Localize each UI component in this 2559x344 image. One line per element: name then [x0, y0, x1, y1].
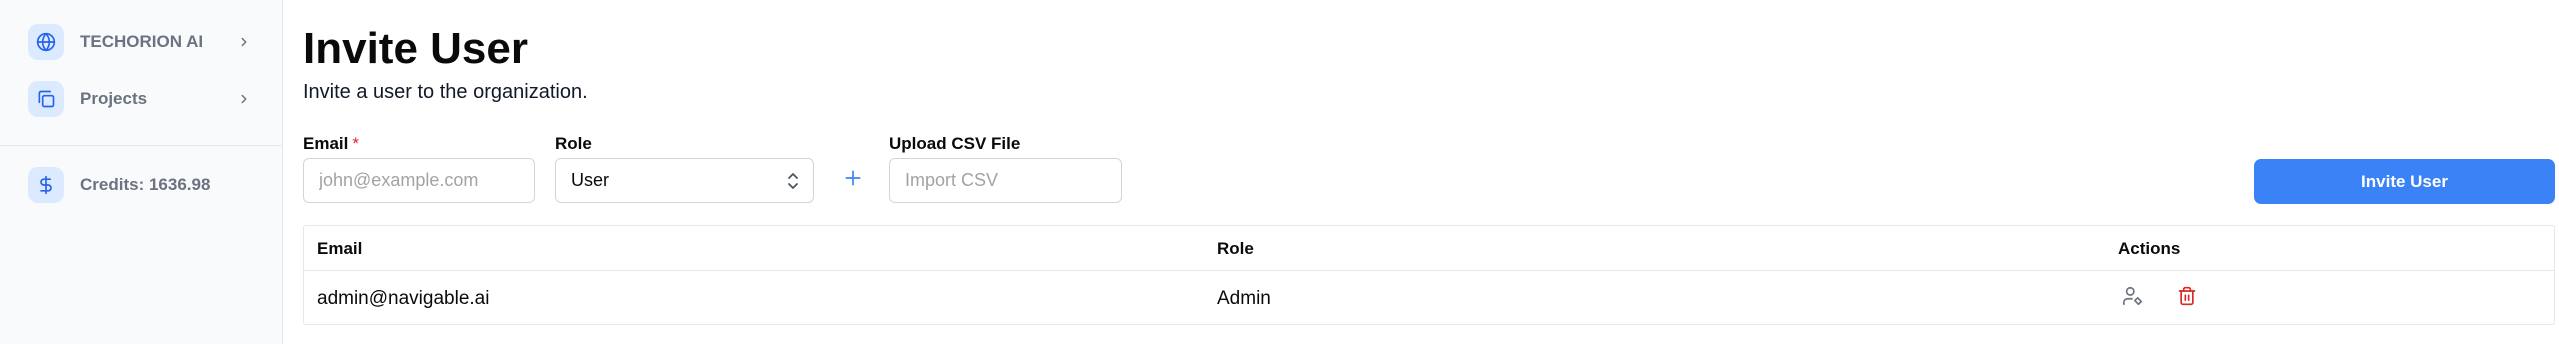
page-title: Invite User [303, 24, 528, 73]
credits-label: Credits: 1636.98 [80, 175, 211, 194]
cell-role: Admin [1217, 288, 1271, 309]
email-input[interactable] [303, 158, 535, 203]
chevron-right-icon [234, 32, 254, 52]
page-subtitle: Invite a user to the organization. [303, 81, 588, 103]
upload-csv-label: Upload CSV File [889, 134, 1021, 153]
sidebar-item-label: TECHORION AI [80, 32, 204, 51]
sidebar-item-organization[interactable]: TECHORION AI [28, 22, 254, 62]
email-label-text: Email [303, 134, 349, 153]
invite-user-button[interactable]: Invite User [2254, 159, 2555, 204]
csv-upload-input[interactable] [889, 158, 1122, 203]
edit-user-button[interactable] [2120, 285, 2146, 311]
required-marker: * [352, 134, 359, 153]
dollar-icon [28, 167, 64, 203]
table-row: admin@navigable.ai Admin [304, 271, 2554, 326]
sidebar-divider [0, 145, 283, 146]
folders-icon [28, 81, 64, 117]
chevron-up-down-icon [785, 171, 801, 191]
trash-icon [2177, 286, 2197, 311]
user-cog-icon [2122, 285, 2144, 312]
credits-display: Credits: 1636.98 [28, 165, 254, 205]
users-table: Email Role Actions admin@navigable.ai Ad… [303, 225, 2555, 325]
email-label: Email * [303, 133, 359, 155]
chevron-right-icon [234, 89, 254, 109]
column-header-actions: Actions [2118, 239, 2181, 258]
sidebar-item-label: Projects [80, 89, 148, 108]
role-label: Role [555, 134, 592, 153]
table-header: Email Role Actions [304, 226, 2554, 271]
delete-user-button[interactable] [2174, 285, 2200, 311]
cell-email: admin@navigable.ai [317, 288, 490, 309]
role-select[interactable]: User [555, 158, 814, 203]
column-header-email: Email [317, 239, 363, 258]
column-header-role: Role [1217, 239, 1254, 258]
globe-icon [28, 24, 64, 60]
sidebar: TECHORION AI Projects Credits: 1636.98 [0, 0, 283, 344]
plus-icon [843, 168, 863, 193]
add-row-button[interactable] [838, 165, 868, 195]
sidebar-item-projects[interactable]: Projects [28, 79, 254, 119]
role-select-value: User [571, 170, 610, 190]
